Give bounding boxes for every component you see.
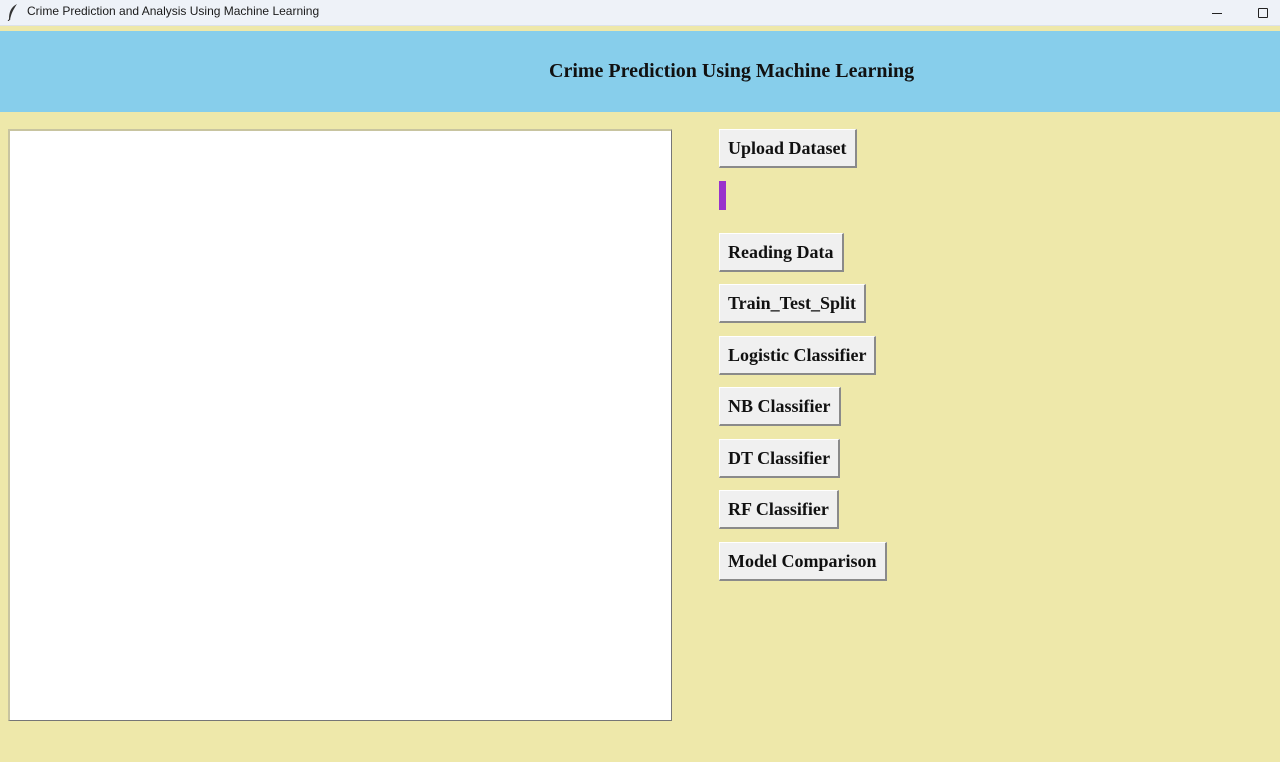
upload-status-indicator: [719, 181, 726, 210]
model-comparison-button[interactable]: Model Comparison: [719, 542, 887, 581]
feather-icon: [7, 3, 19, 22]
page-title: Crime Prediction Using Machine Learning: [549, 60, 915, 82]
upload-dataset-button[interactable]: Upload Dataset: [719, 129, 857, 168]
maximize-button[interactable]: [1240, 0, 1280, 26]
header-banner: Crime Prediction Using Machine Learning: [0, 31, 1280, 112]
minimize-button[interactable]: [1194, 0, 1240, 26]
reading-data-button[interactable]: Reading Data: [719, 233, 844, 272]
logistic-classifier-button[interactable]: Logistic Classifier: [719, 336, 877, 375]
window-title: Crime Prediction and Analysis Using Mach…: [27, 4, 320, 18]
nb-classifier-button[interactable]: NB Classifier: [719, 387, 841, 426]
rf-classifier-button[interactable]: RF Classifier: [719, 490, 839, 529]
maximize-icon: [1258, 8, 1268, 18]
minimize-icon: [1212, 12, 1222, 14]
train-test-split-button[interactable]: Train_Test_Split: [719, 284, 867, 323]
output-text-area[interactable]: [8, 129, 672, 721]
window-titlebar: Crime Prediction and Analysis Using Mach…: [0, 0, 1280, 26]
dt-classifier-button[interactable]: DT Classifier: [719, 439, 841, 478]
